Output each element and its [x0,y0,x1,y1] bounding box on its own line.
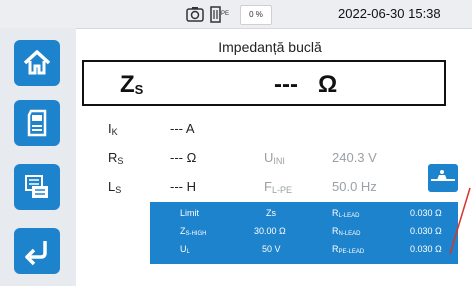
datetime: 2022-06-30 15:38 [338,6,441,21]
battery-indicator: 0 % [240,5,272,25]
flpe-value: 50.0 Hz [332,179,377,194]
plug-lnpe-icon: PE [210,6,232,28]
memory-button[interactable] [14,100,60,146]
battery-percent: 0 % [249,10,263,19]
limit-label: Limit [180,208,200,218]
zs-unit: Ω [318,71,338,98]
rpe-lead-value: 0.030 Ω [410,244,442,254]
main-result-box: ZS --- Ω [82,60,446,106]
sidebar [0,28,76,286]
rs-value: --- Ω [170,150,197,165]
rpe-lead-label: RPE-LEAD [332,244,365,255]
rs-label: RS [108,150,124,166]
uini-value: 240.3 V [332,150,377,165]
pointer-line [449,187,471,255]
notes-icon [25,175,48,198]
ik-label: IK [108,121,118,137]
camera-icon[interactable] [186,6,204,27]
home-button[interactable] [14,40,60,86]
status-bar: PE 0 % 2022-06-30 15:38 [0,0,472,29]
ul-label: UL [180,244,190,255]
zs-value: --- [274,71,298,98]
uini-label: UINI [264,150,285,166]
zs-label: ZS [120,71,144,98]
ls-value: --- H [170,179,196,194]
rl-lead-value: 0.030 Ω [410,208,442,218]
sd-card-icon [27,109,47,137]
back-button[interactable] [14,228,60,274]
home-icon [23,50,51,75]
notes-button[interactable] [14,164,60,210]
rn-lead-label: RN-LEAD [332,226,361,237]
svg-text:PE: PE [221,11,229,17]
ik-value: --- A [170,121,195,136]
rl-lead-label: RL-LEAD [332,208,360,219]
ls-label: LS [108,179,122,195]
rn-lead-value: 0.030 Ω [410,226,442,236]
back-arrow-icon [25,241,47,266]
zs-high-value: 30.00 Ω [254,226,286,236]
parameters-panel[interactable]: Limit Zs RL-LEAD 0.030 Ω ZS-HIGH 30.00 Ω… [150,202,458,264]
screen-title: Impedanță buclă [218,39,322,55]
zs-param-label: Zs [266,208,276,218]
zs-high-label: ZS-HIGH [180,226,207,237]
flpe-label: FL-PE [264,179,292,195]
ul-value: 50 V [262,244,281,254]
